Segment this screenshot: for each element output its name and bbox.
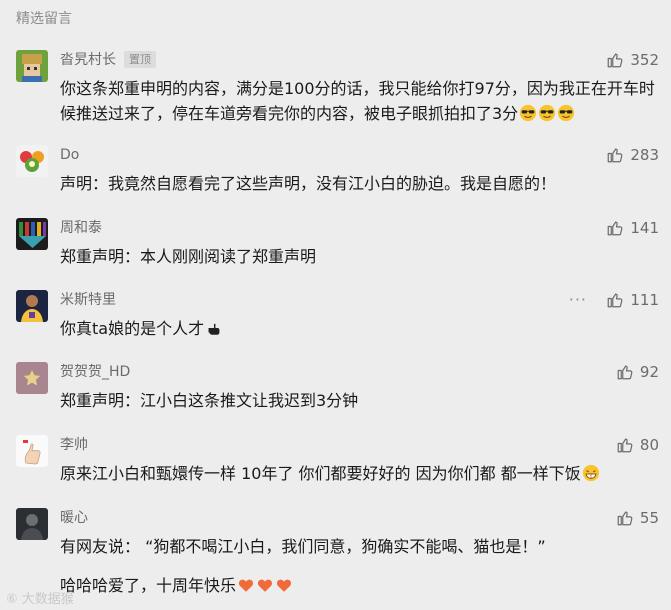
like-button[interactable]: 92 — [616, 362, 659, 382]
comment-text: 声明：我竟然自愿看完了这些声明，没有江小白的胁迫。我是自愿的！ — [60, 174, 557, 193]
avatar-image — [16, 145, 48, 177]
avatar[interactable] — [16, 290, 48, 322]
thumbs-up-icon — [617, 511, 633, 526]
avatar[interactable] — [16, 508, 48, 540]
like-button[interactable]: 111 — [606, 290, 659, 310]
like-button[interactable]: 141 — [606, 218, 659, 238]
cool-emoji-icon — [520, 104, 537, 122]
nickname: 米斯特里 — [60, 292, 116, 308]
like-count: 283 — [630, 146, 659, 164]
pointing-hand-icon — [208, 323, 220, 335]
avatar-image — [16, 508, 48, 540]
like-button[interactable]: 352 — [606, 50, 659, 70]
comment-line: 有网友说： “狗都不喝江小白，我们同意，狗确实不能喝、猫也是！” — [60, 537, 546, 556]
nickname: 周和泰 — [60, 220, 102, 236]
comment-text: 有网友说： “狗都不喝江小白，我们同意，狗确实不能喝、猫也是！” 哈哈哈爱了，十… — [60, 534, 660, 598]
thumbs-up-icon — [608, 148, 623, 163]
thumbs-up-icon — [608, 293, 623, 308]
comment-text: 原来江小白和甄嬛传一样 10年了 你们都要好好的 因为你们都 都一样下饭 — [60, 461, 660, 486]
nickname: 李帅 — [60, 437, 88, 453]
pinned-badge: 置顶 — [124, 51, 156, 68]
cool-emoji-icon — [558, 104, 575, 122]
nickname: 贺贺贺_HD — [60, 364, 131, 380]
like-count: 80 — [639, 436, 659, 454]
like-count: 92 — [639, 363, 659, 381]
avatar[interactable] — [16, 218, 48, 250]
nickname: Do — [60, 147, 80, 163]
comment-text: 你这条郑重申明的内容，满分是100分的话，我只能给你打97分，因为我正在开车时候… — [60, 76, 660, 126]
like-button[interactable]: 80 — [616, 435, 659, 455]
avatar[interactable] — [16, 145, 48, 177]
avatar[interactable] — [16, 435, 48, 467]
avatar-image — [16, 218, 48, 250]
grinning-emoji-icon — [582, 464, 599, 482]
avatar-image — [16, 290, 48, 322]
heart-icon — [238, 579, 254, 592]
avatar[interactable] — [16, 50, 48, 82]
section-title: 精选留言 — [16, 11, 72, 27]
avatar-image — [16, 362, 48, 394]
heart-icon — [276, 579, 292, 592]
cool-emoji-icon — [539, 104, 556, 122]
comment-text: 郑重声明：本人刚刚阅读了郑重声明 — [60, 247, 317, 266]
like-count: 352 — [630, 51, 659, 69]
comment-text: 你真ta娘的是个人才 — [60, 316, 660, 341]
comment-body: 哈哈哈爱了，十周年快乐 — [60, 576, 237, 595]
like-count: 111 — [630, 291, 659, 309]
thumbs-up-icon — [608, 53, 623, 68]
like-count: 55 — [639, 509, 659, 527]
nickname: 暖心 — [60, 510, 88, 526]
watermark: ⑥ 大数据猴 — [6, 592, 74, 607]
avatar-image — [16, 50, 48, 82]
thumbs-up-icon — [608, 221, 623, 236]
comment-line: 哈哈哈爱了，十周年快乐 — [60, 573, 660, 598]
like-button[interactable]: 55 — [616, 508, 659, 528]
more-options-button[interactable]: ··· — [569, 290, 587, 310]
comment-body: 原来江小白和甄嬛传一样 10年了 你们都要好好的 因为你们都 都一样下饭 — [60, 464, 581, 483]
thumbs-up-icon — [617, 438, 633, 453]
heart-icon — [257, 579, 273, 592]
nickname-text: 沓旯村长 — [60, 52, 116, 68]
comment-body: 你真ta娘的是个人才 — [60, 319, 205, 338]
like-button[interactable]: 283 — [606, 145, 659, 165]
thumbs-up-icon — [617, 365, 633, 380]
avatar-image — [16, 435, 48, 467]
like-count: 141 — [630, 219, 659, 237]
comment-text: 郑重声明：江小白这条推文让我迟到3分钟 — [60, 391, 359, 410]
nickname: 沓旯村长 置顶 — [60, 50, 156, 70]
avatar[interactable] — [16, 362, 48, 394]
